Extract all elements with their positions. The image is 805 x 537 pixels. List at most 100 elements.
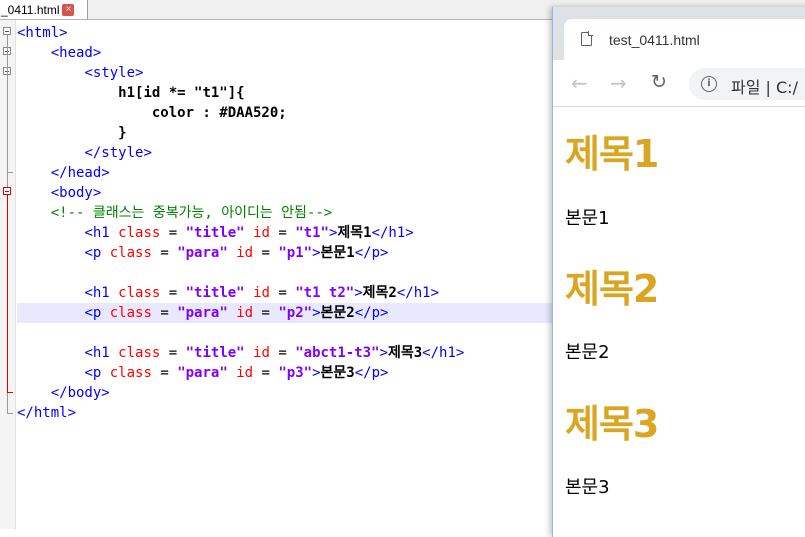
code-token: color : #DAA520;	[151, 105, 287, 121]
address-text: 파일 | C:/	[731, 78, 798, 97]
page-heading-2: 제목2	[565, 267, 659, 311]
code-line[interactable]: </body>	[17, 383, 557, 403]
forward-icon[interactable]: →	[610, 71, 627, 95]
code-token: </p>	[354, 245, 389, 261]
code-line[interactable]: h1[id *= "t1"]{	[17, 83, 557, 103]
code-token: </p>	[354, 365, 389, 381]
code-token: <style>	[84, 65, 144, 81]
code-token: "t1"	[295, 225, 329, 241]
code-token: id	[236, 245, 254, 261]
code-token: "para"	[177, 305, 228, 321]
code-token: "p3"	[278, 365, 313, 381]
close-icon[interactable]: ×	[62, 3, 75, 16]
fold-toggle-icon[interactable]	[3, 27, 11, 35]
code-token: </style>	[84, 145, 152, 161]
browser-window: test_0411.html ← → ↻ i 파일 | C:/ 제목1 본문1 …	[552, 7, 805, 537]
code-token: >	[312, 245, 321, 261]
code-line[interactable]: </html>	[17, 403, 557, 423]
code-token: "title"	[185, 345, 245, 361]
code-token: =	[151, 365, 178, 381]
fold-end-marker	[7, 392, 13, 393]
page-heading-1: 제목1	[565, 132, 659, 176]
code-line[interactable]: <h1 class = "title" id = "abct1-t3">제목3<…	[17, 343, 557, 363]
code-line[interactable]: <style>	[17, 63, 557, 83]
code-line[interactable]: color : #DAA520;	[17, 103, 557, 123]
code-token: </html>	[17, 405, 77, 421]
code-line[interactable]: <p class = "para" id = "p1">본문1</p>	[17, 243, 557, 263]
address-bar[interactable]: i 파일 | C:/	[689, 68, 805, 100]
page-content: 제목1 본문1 제목2 본문2 제목3 본문3	[553, 107, 805, 537]
fold-toggle-icon[interactable]	[3, 187, 11, 195]
code-token: class	[118, 285, 161, 301]
code-token: "para"	[177, 365, 228, 381]
code-token: id	[236, 365, 254, 381]
info-icon[interactable]: i	[701, 76, 717, 92]
back-icon[interactable]: ←	[571, 71, 588, 95]
code-token: "abct1-t3"	[295, 345, 380, 361]
code-line[interactable]	[17, 323, 557, 343]
file-tab[interactable]: _0411.html ×	[0, 0, 88, 19]
code-token: id	[253, 225, 270, 241]
code-token: "p1"	[278, 245, 313, 261]
code-token: <h1	[84, 345, 119, 361]
code-token: class	[109, 365, 152, 381]
code-line[interactable]	[17, 263, 557, 283]
fold-line-active	[7, 195, 8, 392]
browser-tab-title: test_0411.html	[609, 32, 700, 48]
code-token: <h1	[84, 285, 119, 301]
code-line[interactable]: <p class = "para" id = "p3">본문3</p>	[17, 363, 557, 383]
code-token: =	[269, 225, 296, 241]
code-token: >	[312, 365, 321, 381]
code-line[interactable]: <!-- 클래스는 중복가능, 아이디는 안됨-->	[17, 203, 557, 223]
code-line[interactable]: </head>	[17, 163, 557, 183]
code-token: 본문2	[320, 305, 355, 321]
code-token: "t1 t2"	[295, 285, 355, 301]
reload-icon[interactable]: ↻	[651, 71, 667, 93]
code-line[interactable]: </style>	[17, 143, 557, 163]
code-token: =	[151, 305, 178, 321]
code-token: class	[118, 345, 161, 361]
code-token: =	[151, 245, 178, 261]
code-line[interactable]: <html>	[17, 23, 557, 43]
code-line[interactable]: <head>	[17, 43, 557, 63]
code-token: 본문3	[320, 365, 355, 381]
fold-end-marker	[7, 172, 13, 173]
code-token: 제목1	[337, 225, 372, 241]
code-line[interactable]: <body>	[17, 183, 557, 203]
code-area[interactable]: <html> <head> <style> h1[id *= "t1"]{ co…	[17, 23, 557, 423]
code-token: class	[109, 305, 152, 321]
code-token: <!-- 클래스는 중복가능, 아이디는 안됨-->	[50, 205, 333, 221]
code-line[interactable]: <h1 class = "title" id = "t1 t2">제목2</h1…	[17, 283, 557, 303]
code-token: </head>	[50, 165, 110, 181]
code-line[interactable]: <p class = "para" id = "p2">본문2</p>	[17, 303, 557, 323]
browser-tab[interactable]: test_0411.html	[564, 19, 805, 60]
code-token: <body>	[50, 185, 102, 201]
file-tab-label: _0411.html	[1, 2, 60, 17]
code-token: >	[312, 305, 321, 321]
code-token: 제목3	[387, 345, 423, 361]
code-token: }	[118, 125, 127, 141]
code-token: =	[253, 305, 279, 321]
code-line[interactable]: }	[17, 123, 557, 143]
code-token: <p	[84, 245, 110, 261]
code-line[interactable]: <h1 class = "title" id = "t1">제목1</h1>	[17, 223, 557, 243]
code-token: "para"	[177, 245, 228, 261]
